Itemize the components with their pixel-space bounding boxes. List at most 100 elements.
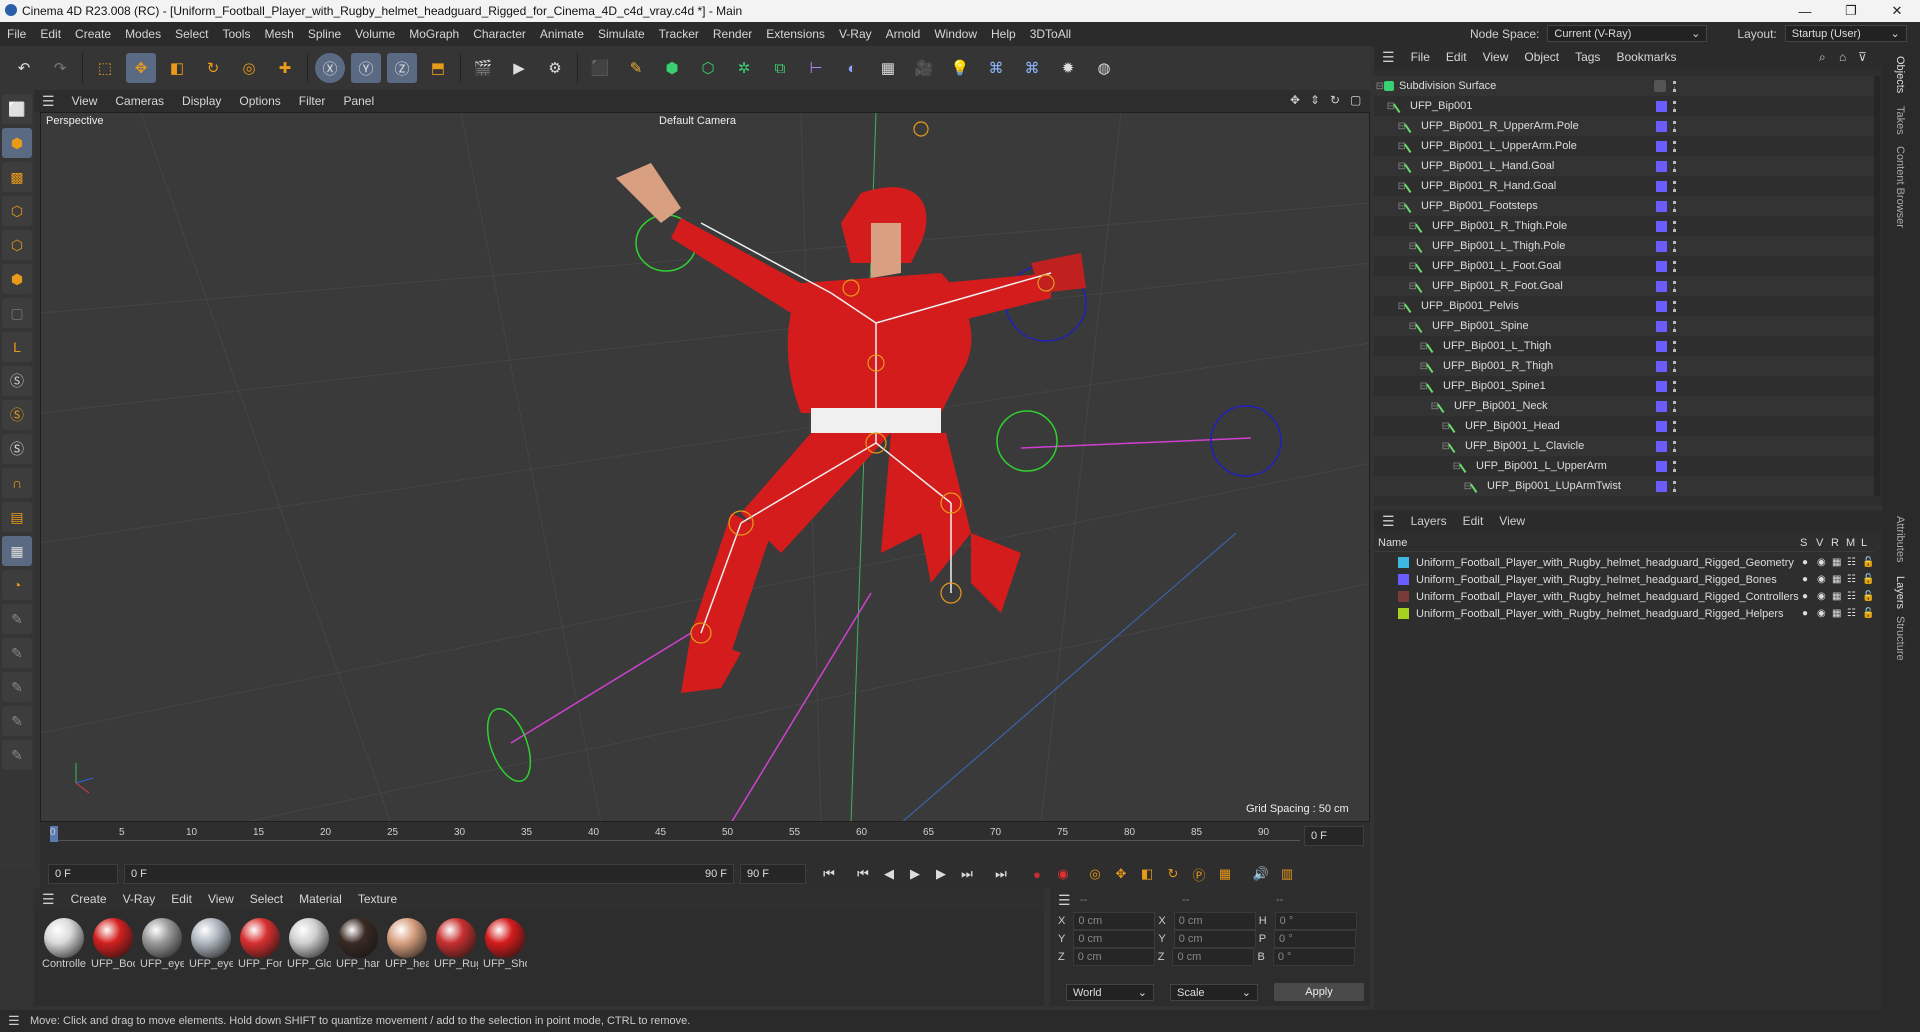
menu-modes[interactable]: Modes — [118, 27, 168, 41]
menu-3dtoall[interactable]: 3DToAll — [1023, 27, 1078, 41]
paint-icon[interactable]: ✎ — [2, 604, 32, 634]
material-menu-view[interactable]: View — [200, 892, 242, 906]
minimize-icon[interactable]: — — [1782, 0, 1828, 22]
side-tab-takes[interactable]: Takes — [1894, 106, 1906, 135]
visibility-dots-icon[interactable] — [1673, 140, 1676, 152]
visibility-dots-icon[interactable] — [1673, 400, 1676, 412]
grab-icon[interactable]: ✎ — [2, 740, 32, 770]
expand-toggle-icon[interactable]: ⊟ — [1374, 201, 1406, 212]
python-icon[interactable]: ⌘ — [981, 53, 1011, 83]
eye-icon[interactable]: ◉ — [1817, 608, 1826, 619]
object-tree-row[interactable]: ⊟ UFP_Bip001_Spine — [1374, 316, 1874, 336]
deformer-icon[interactable]: ◐ — [837, 53, 867, 83]
layer-color-icon[interactable] — [1656, 440, 1667, 452]
go-to-end-icon[interactable]: ⏭ — [990, 863, 1012, 885]
scale-tool-icon[interactable]: ◧ — [162, 53, 192, 83]
key-parameter-icon[interactable]: Ⓟ — [1188, 863, 1210, 885]
object-tree-row[interactable]: ⊟ UFP_Bip001_Pelvis — [1374, 296, 1874, 316]
material-swatch[interactable]: UFP_Rug — [434, 918, 478, 970]
current-frame-field[interactable]: 0 F — [1304, 826, 1364, 846]
hamburger-icon[interactable]: ☰ — [1374, 513, 1403, 530]
menu-window[interactable]: Window — [927, 27, 984, 41]
coord-value-field[interactable]: 0 cm — [1172, 948, 1255, 966]
lock-icon[interactable]: 🔓 — [1862, 557, 1874, 568]
pen-icon[interactable]: ✎ — [621, 53, 651, 83]
preview-range-slider[interactable]: 0 F 90 F — [124, 864, 734, 884]
menu-vray[interactable]: V-Ray — [832, 27, 879, 41]
previous-frame-icon[interactable]: ◀ — [878, 863, 900, 885]
layer-color-swatch[interactable] — [1398, 557, 1409, 568]
layer-color-icon[interactable] — [1656, 140, 1667, 152]
object-tree-row[interactable]: ⊟ UFP_Bip001_L_Hand.Goal — [1374, 156, 1874, 176]
brush-icon[interactable]: ✎ — [2, 638, 32, 668]
dolly-view-icon[interactable]: ⇕ — [1310, 93, 1320, 107]
texture-mode-icon[interactable]: ▩ — [2, 162, 32, 192]
quantize-icon[interactable]: Ⓢ — [2, 434, 32, 464]
transform-tool-icon[interactable]: ✚ — [270, 53, 300, 83]
material-swatch[interactable]: UFP_Sho — [483, 918, 527, 970]
start-frame-field[interactable]: 0 F — [48, 864, 118, 884]
points-mode-icon[interactable]: ⬡ — [2, 196, 32, 226]
workplane-icon[interactable]: ▤ — [2, 502, 32, 532]
expand-toggle-icon[interactable]: ⊟ — [1374, 421, 1450, 432]
rotate-tool-icon[interactable]: ↻ — [198, 53, 228, 83]
menu-simulate[interactable]: Simulate — [591, 27, 652, 41]
material-menu-vray[interactable]: V-Ray — [115, 892, 164, 906]
manager-icon[interactable]: ☷ — [1847, 591, 1856, 602]
end-frame-field[interactable]: 90 F — [740, 864, 806, 884]
solo-dot-icon[interactable]: ● — [1802, 557, 1808, 568]
key-scale-icon[interactable]: ◧ — [1136, 863, 1158, 885]
snap-settings-icon[interactable]: Ⓢ — [2, 400, 32, 430]
coord-value-field[interactable]: 0 cm — [1072, 948, 1155, 966]
move-tool-icon[interactable]: ✥ — [126, 53, 156, 83]
object-menu-file[interactable]: File — [1403, 50, 1438, 64]
play-icon[interactable]: ▶ — [904, 863, 926, 885]
layer-color-icon[interactable] — [1656, 300, 1667, 312]
eye-icon[interactable]: ◉ — [1817, 574, 1826, 585]
expand-toggle-icon[interactable]: ⊟ — [1374, 401, 1439, 412]
object-tree-row[interactable]: ⊟ Subdivision Surface — [1374, 76, 1874, 96]
layer-color-swatch[interactable] — [1398, 591, 1409, 602]
lock-icon[interactable]: 🔓 — [1862, 591, 1874, 602]
layer-color-icon[interactable] — [1656, 400, 1667, 412]
object-tree-row[interactable]: ⊟ UFP_Bip001_R_Thigh — [1374, 356, 1874, 376]
material-swatch[interactable]: UFP_han — [336, 918, 380, 970]
recent-tool-icon[interactable]: ◎ — [234, 53, 264, 83]
go-to-start-icon[interactable]: ⏮ — [818, 863, 840, 885]
search-icon[interactable]: ⌕ — [1819, 50, 1826, 65]
layer-color-icon[interactable] — [1656, 160, 1667, 172]
side-tab-content-browser[interactable]: Content Browser — [1894, 146, 1906, 228]
layer-color-icon[interactable] — [1656, 460, 1667, 472]
coord-system-dropdown[interactable]: World ⌄ — [1066, 984, 1154, 1001]
side-tab-structure[interactable]: Structure — [1894, 616, 1906, 661]
layer-color-icon[interactable] — [1656, 280, 1667, 292]
hamburger-icon[interactable]: ☰ — [1058, 892, 1071, 909]
lock-icon[interactable]: 🔓 — [1862, 608, 1874, 619]
render-icon[interactable]: ▦ — [1832, 574, 1841, 585]
object-tree-row[interactable]: ⊟ UFP_Bip001_LUpArmTwist — [1374, 476, 1874, 496]
redo-icon[interactable]: ↷ — [45, 53, 75, 83]
solo-dot-icon[interactable]: ● — [1802, 591, 1808, 602]
grid-icon[interactable]: ▦ — [2, 536, 32, 566]
material-menu-create[interactable]: Create — [63, 892, 115, 906]
layer-menu-layers[interactable]: Layers — [1403, 514, 1455, 528]
visibility-dots-icon[interactable] — [1673, 220, 1676, 232]
object-tree-row[interactable]: ⊟ UFP_Bip001_R_Hand.Goal — [1374, 176, 1874, 196]
object-menu-bookmarks[interactable]: Bookmarks — [1608, 50, 1684, 64]
object-tree-row[interactable]: ⊟ UFP_Bip001_L_Thigh.Pole — [1374, 236, 1874, 256]
expand-toggle-icon[interactable]: ⊟ — [1374, 141, 1406, 152]
sculpt-icon[interactable]: ✎ — [2, 672, 32, 702]
y-axis-lock-icon[interactable]: Ⓨ — [351, 53, 381, 83]
autokey-icon[interactable]: ● — [1026, 863, 1048, 885]
visibility-dots-icon[interactable] — [1673, 280, 1676, 292]
expand-toggle-icon[interactable]: ⊟ — [1374, 461, 1461, 472]
floor-icon[interactable]: ▦ — [873, 53, 903, 83]
render-icon[interactable]: ▦ — [1832, 591, 1841, 602]
layer-color-icon[interactable] — [1656, 180, 1667, 192]
subdivision-icon[interactable]: ⬢ — [657, 53, 687, 83]
settings-gear-icon[interactable]: ✹ — [1053, 53, 1083, 83]
menu-volume[interactable]: Volume — [348, 27, 402, 41]
visibility-dots-icon[interactable] — [1673, 80, 1676, 92]
object-tree-row[interactable]: ⊟ UFP_Bip001_L_UpperArm.Pole — [1374, 136, 1874, 156]
render-icon[interactable]: ▦ — [1832, 608, 1841, 619]
